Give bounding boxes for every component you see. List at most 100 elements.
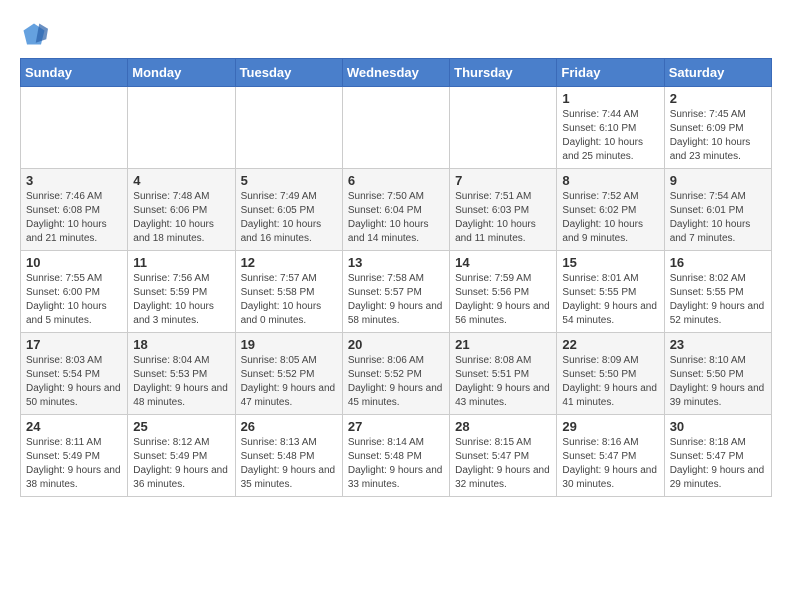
day-info: Sunrise: 7:45 AM Sunset: 6:09 PM Dayligh…	[670, 108, 766, 164]
day-number: 22	[562, 337, 658, 352]
day-info: Sunrise: 8:03 AM Sunset: 5:54 PM Dayligh…	[26, 354, 122, 410]
day-info: Sunrise: 8:06 AM Sunset: 5:52 PM Dayligh…	[348, 354, 444, 410]
day-cell: 18 Sunrise: 8:04 AM Sunset: 5:53 PM Dayli…	[128, 333, 235, 415]
day-number: 18	[133, 337, 229, 352]
logo	[20, 20, 52, 48]
day-number: 25	[133, 419, 229, 434]
day-info: Sunrise: 8:16 AM Sunset: 5:47 PM Dayligh…	[562, 436, 658, 492]
day-info: Sunrise: 7:52 AM Sunset: 6:02 PM Dayligh…	[562, 190, 658, 246]
day-info: Sunrise: 8:04 AM Sunset: 5:53 PM Dayligh…	[133, 354, 229, 410]
day-number: 9	[670, 173, 766, 188]
day-info: Sunrise: 7:54 AM Sunset: 6:01 PM Dayligh…	[670, 190, 766, 246]
day-number: 30	[670, 419, 766, 434]
day-cell: 29 Sunrise: 8:16 AM Sunset: 5:47 PM Dayli…	[557, 415, 664, 497]
day-info: Sunrise: 7:59 AM Sunset: 5:56 PM Dayligh…	[455, 272, 551, 328]
day-info: Sunrise: 7:57 AM Sunset: 5:58 PM Dayligh…	[241, 272, 337, 328]
day-number: 13	[348, 255, 444, 270]
day-info: Sunrise: 8:05 AM Sunset: 5:52 PM Dayligh…	[241, 354, 337, 410]
day-cell: 28 Sunrise: 8:15 AM Sunset: 5:47 PM Dayli…	[450, 415, 557, 497]
day-cell: 25Sunrise: 8:12 AM Sunset: 5:49 PM Dayli…	[128, 415, 235, 497]
day-number: 17	[26, 337, 122, 352]
day-number: 2	[670, 91, 766, 106]
day-cell: 13 Sunrise: 7:58 AM Sunset: 5:57 PM Dayli…	[342, 251, 449, 333]
day-cell: 19 Sunrise: 8:05 AM Sunset: 5:52 PM Dayli…	[235, 333, 342, 415]
day-info: Sunrise: 7:48 AM Sunset: 6:06 PM Dayligh…	[133, 190, 229, 246]
weekday-header-wednesday: Wednesday	[342, 59, 449, 87]
weekday-header-tuesday: Tuesday	[235, 59, 342, 87]
day-info: Sunrise: 8:08 AM Sunset: 5:51 PM Dayligh…	[455, 354, 551, 410]
logo-icon	[20, 20, 48, 48]
day-cell: 11Sunrise: 7:56 AM Sunset: 5:59 PM Dayli…	[128, 251, 235, 333]
day-number: 23	[670, 337, 766, 352]
day-number: 15	[562, 255, 658, 270]
day-info: Sunrise: 7:58 AM Sunset: 5:57 PM Dayligh…	[348, 272, 444, 328]
day-cell: 21 Sunrise: 8:08 AM Sunset: 5:51 PM Dayli…	[450, 333, 557, 415]
day-number: 14	[455, 255, 551, 270]
day-cell: 27 Sunrise: 8:14 AM Sunset: 5:48 PM Dayli…	[342, 415, 449, 497]
day-cell: 22 Sunrise: 8:09 AM Sunset: 5:50 PM Dayli…	[557, 333, 664, 415]
weekday-header-friday: Friday	[557, 59, 664, 87]
day-number: 16	[670, 255, 766, 270]
day-cell: 5 Sunrise: 7:49 AM Sunset: 6:05 PM Daylig…	[235, 169, 342, 251]
day-cell: 15 Sunrise: 8:01 AM Sunset: 5:55 PM Dayli…	[557, 251, 664, 333]
day-cell: 26Sunrise: 8:13 AM Sunset: 5:48 PM Dayli…	[235, 415, 342, 497]
weekday-header-sunday: Sunday	[21, 59, 128, 87]
day-number: 29	[562, 419, 658, 434]
day-number: 27	[348, 419, 444, 434]
day-number: 4	[133, 173, 229, 188]
day-cell: 7 Sunrise: 7:51 AM Sunset: 6:03 PM Daylig…	[450, 169, 557, 251]
day-number: 5	[241, 173, 337, 188]
day-info: Sunrise: 8:14 AM Sunset: 5:48 PM Dayligh…	[348, 436, 444, 492]
day-cell: 14 Sunrise: 7:59 AM Sunset: 5:56 PM Dayli…	[450, 251, 557, 333]
day-info: Sunrise: 8:13 AM Sunset: 5:48 PM Dayligh…	[241, 436, 337, 492]
week-row-4: 17 Sunrise: 8:03 AM Sunset: 5:54 PM Dayli…	[21, 333, 772, 415]
day-cell: 6 Sunrise: 7:50 AM Sunset: 6:04 PM Daylig…	[342, 169, 449, 251]
day-info: Sunrise: 7:55 AM Sunset: 6:00 PM Dayligh…	[26, 272, 122, 328]
day-info: Sunrise: 7:51 AM Sunset: 6:03 PM Dayligh…	[455, 190, 551, 246]
day-info: Sunrise: 8:09 AM Sunset: 5:50 PM Dayligh…	[562, 354, 658, 410]
weekday-header-row: SundayMondayTuesdayWednesdayThursdayFrid…	[21, 59, 772, 87]
day-cell: 1 Sunrise: 7:44 AM Sunset: 6:10 PM Daylig…	[557, 87, 664, 169]
day-cell	[21, 87, 128, 169]
day-cell: 12 Sunrise: 7:57 AM Sunset: 5:58 PM Dayli…	[235, 251, 342, 333]
weekday-header-saturday: Saturday	[664, 59, 771, 87]
day-info: Sunrise: 8:10 AM Sunset: 5:50 PM Dayligh…	[670, 354, 766, 410]
day-info: Sunrise: 8:15 AM Sunset: 5:47 PM Dayligh…	[455, 436, 551, 492]
day-number: 8	[562, 173, 658, 188]
day-number: 7	[455, 173, 551, 188]
day-cell	[450, 87, 557, 169]
day-cell	[235, 87, 342, 169]
day-info: Sunrise: 8:01 AM Sunset: 5:55 PM Dayligh…	[562, 272, 658, 328]
day-number: 19	[241, 337, 337, 352]
week-row-1: 1 Sunrise: 7:44 AM Sunset: 6:10 PM Daylig…	[21, 87, 772, 169]
weekday-header-thursday: Thursday	[450, 59, 557, 87]
day-cell: 23 Sunrise: 8:10 AM Sunset: 5:50 PM Dayli…	[664, 333, 771, 415]
day-number: 21	[455, 337, 551, 352]
calendar-table: SundayMondayTuesdayWednesdayThursdayFrid…	[20, 58, 772, 497]
day-number: 12	[241, 255, 337, 270]
day-cell: 3 Sunrise: 7:46 AM Sunset: 6:08 PM Daylig…	[21, 169, 128, 251]
week-row-3: 10 Sunrise: 7:55 AM Sunset: 6:00 PM Dayli…	[21, 251, 772, 333]
day-info: Sunrise: 8:18 AM Sunset: 5:47 PM Dayligh…	[670, 436, 766, 492]
day-number: 10	[26, 255, 122, 270]
day-cell: 24 Sunrise: 8:11 AM Sunset: 5:49 PM Dayli…	[21, 415, 128, 497]
day-number: 28	[455, 419, 551, 434]
day-info: Sunrise: 7:46 AM Sunset: 6:08 PM Dayligh…	[26, 190, 122, 246]
day-info: Sunrise: 8:02 AM Sunset: 5:55 PM Dayligh…	[670, 272, 766, 328]
day-number: 3	[26, 173, 122, 188]
day-number: 24	[26, 419, 122, 434]
day-number: 1	[562, 91, 658, 106]
day-info: Sunrise: 7:49 AM Sunset: 6:05 PM Dayligh…	[241, 190, 337, 246]
day-cell	[342, 87, 449, 169]
day-cell: 17 Sunrise: 8:03 AM Sunset: 5:54 PM Dayli…	[21, 333, 128, 415]
day-info: Sunrise: 7:44 AM Sunset: 6:10 PM Dayligh…	[562, 108, 658, 164]
day-number: 6	[348, 173, 444, 188]
day-info: Sunrise: 8:11 AM Sunset: 5:49 PM Dayligh…	[26, 436, 122, 492]
day-cell: 16 Sunrise: 8:02 AM Sunset: 5:55 PM Dayli…	[664, 251, 771, 333]
day-cell: 30 Sunrise: 8:18 AM Sunset: 5:47 PM Dayli…	[664, 415, 771, 497]
week-row-2: 3 Sunrise: 7:46 AM Sunset: 6:08 PM Daylig…	[21, 169, 772, 251]
page-header	[20, 20, 772, 48]
day-number: 11	[133, 255, 229, 270]
day-info: Sunrise: 7:50 AM Sunset: 6:04 PM Dayligh…	[348, 190, 444, 246]
day-cell: 2 Sunrise: 7:45 AM Sunset: 6:09 PM Daylig…	[664, 87, 771, 169]
